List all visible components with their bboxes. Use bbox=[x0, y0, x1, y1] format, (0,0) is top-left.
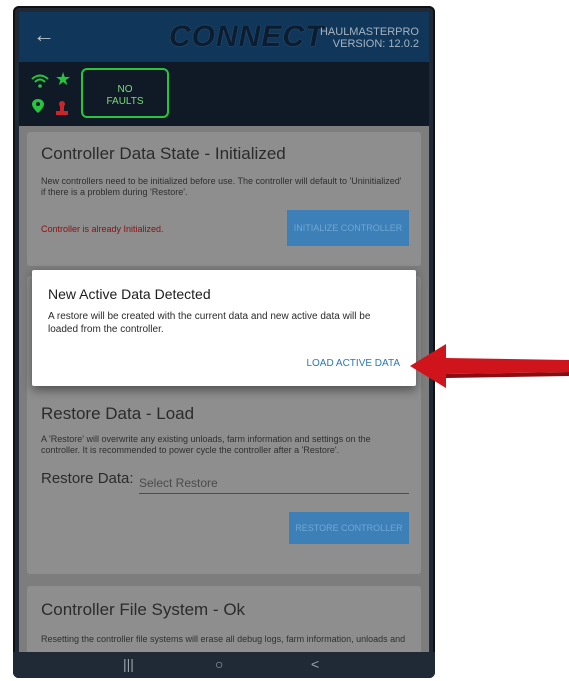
fault-status-line1: NO bbox=[117, 84, 133, 95]
initialized-warning: Controller is already Initialized. bbox=[41, 224, 164, 234]
recent-apps-icon[interactable]: ||| bbox=[123, 654, 134, 674]
app-header: ← CONNECT HAULMASTERPRO VERSION: 12.0.2 bbox=[19, 12, 429, 62]
restore-data-label: Restore Data: bbox=[41, 470, 134, 487]
card-description: Resetting the controller file systems wi… bbox=[41, 634, 406, 644]
android-nav-bar: ||| ○ < bbox=[13, 652, 435, 678]
dialog-message: A restore will be created with the curre… bbox=[48, 311, 371, 335]
wifi-icon bbox=[31, 74, 49, 88]
stamp-icon bbox=[56, 101, 68, 115]
app-logo: CONNECT bbox=[169, 20, 325, 53]
dialog-title: New Active Data Detected bbox=[48, 286, 211, 302]
back-arrow-icon[interactable]: ← bbox=[33, 22, 55, 48]
status-bar: ★ NO FAULTS bbox=[19, 62, 429, 126]
star-icon: ★ bbox=[55, 69, 72, 89]
card-title: Controller Data State - Initialized bbox=[41, 144, 286, 163]
nav-back-icon[interactable]: < bbox=[311, 654, 319, 674]
new-active-data-dialog: New Active Data Detected A restore will … bbox=[32, 270, 416, 386]
controller-data-state-card: Controller Data State - Initialized New … bbox=[27, 132, 421, 266]
card-title: Controller File System - Ok bbox=[41, 600, 246, 619]
card-title: Restore Data - Load bbox=[41, 404, 195, 423]
card-description: New controllers need to be initialized b… bbox=[41, 176, 402, 197]
home-icon[interactable]: ○ bbox=[215, 654, 223, 674]
location-pin-icon bbox=[32, 99, 44, 113]
load-active-data-button[interactable]: LOAD ACTIVE DATA bbox=[306, 358, 400, 369]
card-description: A 'Restore' will overwrite any existing … bbox=[41, 434, 371, 455]
restore-select-field[interactable]: Select Restore bbox=[139, 476, 409, 494]
settings-content: Controller Data State - Initialized New … bbox=[19, 126, 429, 652]
controller-file-system-card: Controller File System - Ok Resetting th… bbox=[27, 586, 421, 652]
red-pointer-arrow-icon bbox=[410, 344, 569, 388]
version-info: HAULMASTERPRO VERSION: 12.0.2 bbox=[320, 26, 419, 50]
restore-controller-button[interactable]: RESTORE CONTROLLER bbox=[289, 512, 409, 544]
initialize-controller-button[interactable]: INITIALIZE CONTROLLER bbox=[287, 210, 409, 246]
app-name: HAULMASTERPRO bbox=[319, 26, 419, 38]
fault-status-line2: FAULTS bbox=[106, 96, 144, 107]
app-version: VERSION: 12.0.2 bbox=[332, 38, 419, 50]
fault-status-badge[interactable]: NO FAULTS bbox=[81, 68, 169, 118]
